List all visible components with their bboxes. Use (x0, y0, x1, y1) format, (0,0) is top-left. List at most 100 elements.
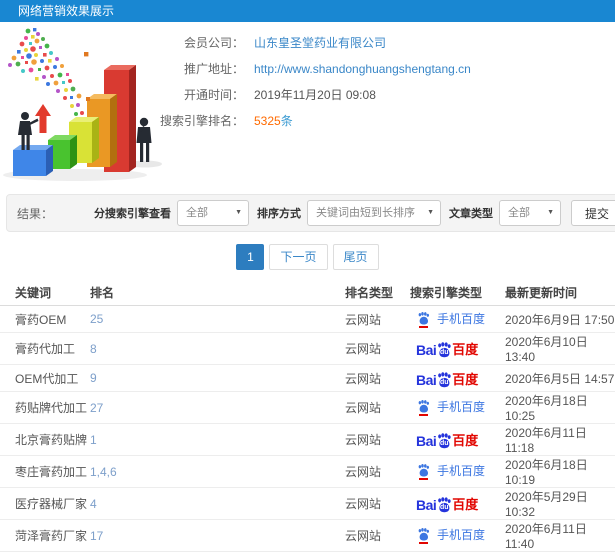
rank-cell[interactable]: 8 (90, 332, 345, 365)
table-row: 药贴牌代加工 27 云网站 手机百度 Baidu百度 2020年6月18日 10… (0, 391, 615, 424)
rank-cell[interactable]: 4 (90, 487, 345, 520)
chevron-down-icon: ▼ (427, 209, 434, 216)
article-type-value: 全部 (508, 207, 530, 219)
company-label: 会员公司： (183, 36, 244, 50)
engine-cell: 手机百度 Baidu百度 (410, 364, 505, 392)
open-time-label: 开通时间： (183, 88, 244, 102)
rank-type-cell: 云网站 (345, 332, 410, 365)
keyword-cell: 枣庄膏药加工 (0, 455, 90, 488)
engine-select[interactable]: 全部 ▼ (177, 200, 249, 226)
keyword-cell: 药贴牌代加工 (0, 391, 90, 424)
rank-cell[interactable]: 1,4,6 (90, 455, 345, 488)
mobile-baidu-badge: 手机百度 (416, 310, 485, 328)
table-row: 膏药OEM 25 云网站 手机百度 Baidu百度 2020年6月9日 17:5… (0, 305, 615, 333)
engine-cell: 手机百度 Baidu百度 (410, 487, 505, 520)
promo-url-link[interactable]: http://www.shandonghuangshengtang.cn (254, 56, 471, 82)
next-page-button[interactable]: 下一页 (269, 244, 328, 270)
pagination: 1 下一页 尾页 (0, 244, 615, 270)
rank-column-header: 排名 (90, 280, 345, 306)
updated-cell: 2020年6月18日 10:19 (505, 455, 615, 488)
rank-type-cell: 云网站 (345, 305, 410, 333)
growth-bar-chart-illustration (0, 26, 180, 188)
rank-type-cell: 云网站 (345, 455, 410, 488)
baidu-logo-badge: Bai du 百度 (416, 342, 479, 358)
article-type-select[interactable]: 全部 ▼ (499, 200, 561, 226)
updated-cell: 2020年6月10日 13:40 (505, 332, 615, 365)
open-time-row: 开通时间： 2019年11月20日 09:08 (160, 82, 471, 108)
baidu-paw-icon: du (435, 432, 453, 450)
keyword-column-header: 关键词 (0, 280, 90, 306)
company-link[interactable]: 山东皇圣堂药业有限公司 (254, 30, 386, 56)
result-label: 结果： (17, 206, 54, 221)
sort-select[interactable]: 关键词由短到长排序 ▼ (307, 200, 441, 226)
updated-cell: 2020年6月11日 11:18 (505, 423, 615, 456)
rank-type-column-header: 排名类型 (345, 280, 410, 306)
table-row: OEM代加工 9 云网站 手机百度 Baidu百度 2020年6月5日 14:5… (0, 364, 615, 392)
article-type-label: 文章类型 (449, 208, 493, 220)
rank-cell[interactable]: 1 (90, 423, 345, 456)
rank-cell[interactable]: 27 (90, 391, 345, 424)
mobile-baidu-badge: 手机百度 (416, 462, 485, 480)
engine-cell: 手机百度 Baidu百度 (410, 391, 505, 424)
updated-cell: 2020年6月18日 10:25 (505, 391, 615, 424)
rank-type-cell: 云网站 (345, 391, 410, 424)
engine-cell: 手机百度 Baidu百度 (410, 423, 505, 456)
promo-url-row: 推广地址： http://www.shandonghuangshengtang.… (160, 56, 471, 82)
engine-rank-label: 搜索引擎排名： (160, 114, 245, 128)
submit-button[interactable]: 提交 (571, 200, 615, 226)
filter-bar: 结果： 分搜索引擎查看 全部 ▼ 排序方式 关键词由短到长排序 ▼ 文章类型 全… (6, 194, 615, 232)
table-row: 膏药代加工 8 云网站 手机百度 Baidu百度 2020年6月10日 13:4… (0, 332, 615, 365)
rank-cell[interactable]: 17 (90, 519, 345, 552)
rank-cell[interactable]: 25 (90, 305, 345, 333)
engine-cell: 手机百度 Baidu百度 (410, 519, 505, 552)
updated-cell: 2020年6月9日 17:50 (505, 305, 615, 333)
table-row: 医疗器械厂家 4 云网站 手机百度 Baidu百度 2020年5月29日 10:… (0, 487, 615, 520)
page-title: 网络营销效果展示 (18, 4, 115, 18)
updated-cell: 2020年5月29日 10:32 (505, 487, 615, 520)
mobile-baidu-badge: 手机百度 (416, 398, 485, 416)
baidu-logo-badge: Bai du 百度 (416, 496, 479, 514)
baidu-paw-icon (416, 527, 431, 544)
rank-type-cell: 云网站 (345, 423, 410, 456)
page-header: 网络营销效果展示 (0, 0, 615, 22)
keyword-cell: 膏药代加工 (0, 332, 90, 365)
baidu-paw-icon: du (435, 496, 453, 514)
sort-select-value: 关键词由短到长排序 (316, 207, 415, 219)
engine-type-column-header: 搜索引擎类型 (410, 280, 505, 306)
engine-filter-label: 分搜索引擎查看 (94, 208, 171, 220)
keyword-cell: 菏泽膏药厂家 (0, 519, 90, 552)
engine-rank-value[interactable]: 5325条 (254, 108, 293, 134)
baidu-paw-icon (416, 463, 431, 480)
member-info-fields: 会员公司： 山东皇圣堂药业有限公司 推广地址： http://www.shand… (160, 30, 471, 134)
keyword-cell: 北京膏药贴牌 (0, 423, 90, 456)
engine-cell: 手机百度 Baidu百度 (410, 305, 505, 333)
chevron-down-icon: ▼ (235, 209, 242, 216)
table-header-row: 关键词 排名 排名类型 搜索引擎类型 最新更新时间 (0, 280, 615, 306)
baidu-logo-badge: Bai du 百度 (416, 371, 479, 389)
baidu-paw-icon (416, 399, 431, 416)
rank-count-suffix: 条 (280, 114, 293, 128)
baidu-paw-icon (416, 311, 431, 328)
engine-cell: 手机百度 Baidu百度 (410, 455, 505, 488)
company-row: 会员公司： 山东皇圣堂药业有限公司 (160, 30, 471, 56)
page-1-button[interactable]: 1 (236, 244, 265, 270)
engine-cell: 手机百度 Baidu百度 (410, 332, 505, 365)
last-page-button[interactable]: 尾页 (332, 244, 379, 270)
open-time-value: 2019年11月20日 09:08 (254, 88, 376, 102)
updated-column-header: 最新更新时间 (505, 280, 615, 306)
table-row: 北京膏药贴牌 1 云网站 手机百度 Baidu百度 2020年6月11日 11:… (0, 423, 615, 456)
rank-type-cell: 云网站 (345, 364, 410, 392)
rank-type-cell: 云网站 (345, 519, 410, 552)
promo-url-label: 推广地址： (183, 62, 244, 76)
keyword-cell: 医疗器械厂家 (0, 487, 90, 520)
keyword-cell: 膏药OEM (0, 305, 90, 333)
rank-cell[interactable]: 9 (90, 364, 345, 392)
engine-select-value: 全部 (186, 207, 208, 219)
updated-cell: 2020年6月11日 11:40 (505, 519, 615, 552)
filter-controls: 分搜索引擎查看 全部 ▼ 排序方式 关键词由短到长排序 ▼ 文章类型 全部 ▼ … (86, 200, 615, 226)
baidu-paw-icon: du (435, 371, 453, 389)
updated-cell: 2020年6月5日 14:57 (505, 364, 615, 392)
mobile-baidu-badge: 手机百度 (416, 526, 485, 544)
sort-filter-label: 排序方式 (257, 208, 301, 220)
rank-count: 5325 (254, 114, 281, 128)
